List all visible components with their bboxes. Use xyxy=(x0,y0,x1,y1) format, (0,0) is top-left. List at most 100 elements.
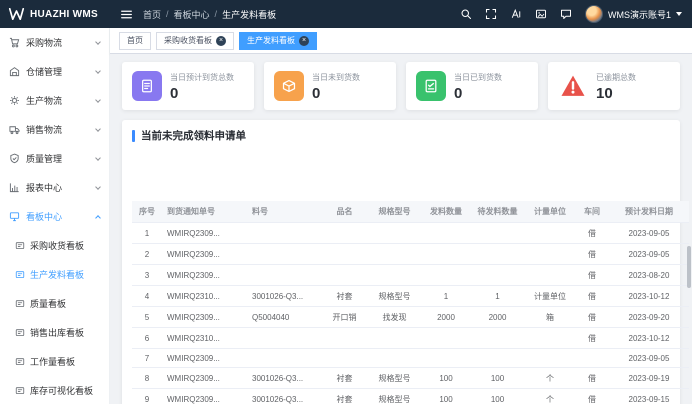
table-row[interactable]: 4WMIRQ2310...3001026-Q3...衬套规格型号11计量单位借2… xyxy=(132,286,689,307)
table-row[interactable]: 5WMIRQ2309...Q5004040开口销找发现20002000箱借202… xyxy=(132,307,689,328)
table-cell xyxy=(525,223,575,244)
table-row[interactable]: 7WMIRQ2309...2023-09-05 xyxy=(132,349,689,368)
sidebar-subitem-workload-board[interactable]: 工作量看板 xyxy=(0,347,109,376)
table-cell: 6 xyxy=(132,328,162,349)
scrollbar-thumb[interactable] xyxy=(687,246,691,288)
sidebar-subitem-inventory-visual-board[interactable]: 库存可视化看板 xyxy=(0,376,109,404)
sidebar-subitem-sales-outbound-board[interactable]: 销售出库看板 xyxy=(0,318,109,347)
table-cell: 1 xyxy=(470,286,525,307)
layout: 采购物流 仓储管理 生产物流 销售物流 质量管理 报表中心 xyxy=(0,28,692,404)
table-cell: WMIRQ2309... xyxy=(162,349,247,368)
pending-requests-table: 序号 到货通知单号 料号 品名 规格型号 发料数量 待发料数量 计量单位 车间 … xyxy=(132,201,689,404)
message-icon[interactable] xyxy=(560,8,572,20)
table-cell xyxy=(422,223,470,244)
table-cell xyxy=(470,265,525,286)
table-cell: 2000 xyxy=(422,307,470,328)
table-cell xyxy=(367,349,422,368)
table-cell: 3001026-Q3... xyxy=(247,286,322,307)
table-cell: 借 xyxy=(575,389,609,404)
sidebar-item-report-center[interactable]: 报表中心 xyxy=(0,173,109,202)
hamburger-icon[interactable] xyxy=(110,8,143,21)
warning-triangle-icon xyxy=(558,71,588,101)
checklist-icon xyxy=(416,71,446,101)
board-icon xyxy=(15,328,25,338)
table-cell: 9 xyxy=(132,389,162,404)
board-icon xyxy=(15,386,25,396)
col-header-index: 序号 xyxy=(132,201,162,223)
table-cell: 3001026-Q3... xyxy=(247,368,322,389)
section-title-text: 当前未完成领料申请单 xyxy=(141,128,246,143)
table-cell: 2023-10-12 xyxy=(609,328,689,349)
table-cell: 借 xyxy=(575,286,609,307)
table-cell xyxy=(322,328,367,349)
font-size-icon[interactable] xyxy=(510,8,522,20)
sidebar-subitem-purchase-receiving-board[interactable]: 采购收货看板 xyxy=(0,231,109,260)
stat-text: 当日预计到货总数 0 xyxy=(170,72,234,101)
table-cell: 个 xyxy=(525,368,575,389)
tab-purchase-receiving-board[interactable]: 采购收货看板 xyxy=(156,32,234,50)
table-cell: 8 xyxy=(132,368,162,389)
col-header-material-no: 料号 xyxy=(247,201,322,223)
gear-icon xyxy=(9,95,20,106)
chevron-up-icon xyxy=(95,215,101,221)
app-logo[interactable]: HUAZHI WMS xyxy=(0,8,110,20)
sidebar-item-label: 销售物流 xyxy=(26,123,62,136)
breadcrumb-home[interactable]: 首页 xyxy=(143,8,161,21)
sidebar-subitem-quality-board[interactable]: 质量看板 xyxy=(0,289,109,318)
stat-label: 已逾期总数 xyxy=(596,72,636,83)
image-icon[interactable] xyxy=(535,8,547,20)
chevron-down-icon xyxy=(95,68,101,74)
stat-text: 当日未到货数 0 xyxy=(312,72,360,101)
col-header-product-name: 品名 xyxy=(322,201,367,223)
table-cell xyxy=(575,349,609,368)
table-row[interactable]: 9WMIRQ2309...3001026-Q3...衬套规格型号100100个借… xyxy=(132,389,689,404)
table-cell: WMIRQ2310... xyxy=(162,328,247,349)
table-cell xyxy=(422,265,470,286)
sidebar-item-label: 看板中心 xyxy=(26,210,62,223)
table-cell xyxy=(322,223,367,244)
close-icon[interactable] xyxy=(299,36,309,46)
table-cell xyxy=(247,265,322,286)
table-cell: WMIRQ2309... xyxy=(162,368,247,389)
sidebar-item-purchase-logistics[interactable]: 采购物流 xyxy=(0,28,109,57)
close-icon[interactable] xyxy=(216,36,226,46)
sidebar-item-sales-logistics[interactable]: 销售物流 xyxy=(0,115,109,144)
search-icon[interactable] xyxy=(460,8,472,20)
sidebar-item-warehouse-management[interactable]: 仓储管理 xyxy=(0,57,109,86)
table-cell: 衬套 xyxy=(322,389,367,404)
col-header-unit: 计量单位 xyxy=(525,201,575,223)
sidebar-subitem-label: 销售出库看板 xyxy=(30,326,84,339)
table-cell: 借 xyxy=(575,265,609,286)
fullscreen-icon[interactable] xyxy=(485,8,497,20)
panel-spacer xyxy=(132,143,670,201)
user-menu[interactable]: WMS演示账号1 xyxy=(585,5,682,23)
sidebar-subitem-production-issue-board[interactable]: 生产发料看板 xyxy=(0,260,109,289)
chevron-down-icon xyxy=(95,97,101,103)
sidebar-item-production-logistics[interactable]: 生产物流 xyxy=(0,86,109,115)
avatar xyxy=(585,5,603,23)
table-cell xyxy=(470,244,525,265)
sidebar-subitem-label: 工作量看板 xyxy=(30,355,75,368)
table-cell: 2000 xyxy=(470,307,525,328)
logo-text: HUAZHI WMS xyxy=(30,9,98,20)
sidebar-subitem-label: 库存可视化看板 xyxy=(30,384,93,397)
table-cell xyxy=(322,244,367,265)
sidebar-item-board-center[interactable]: 看板中心 xyxy=(0,202,109,231)
breadcrumb-board-center[interactable]: 看板中心 xyxy=(174,8,210,21)
breadcrumb-separator: / xyxy=(166,9,169,19)
table-cell xyxy=(367,244,422,265)
sidebar-item-quality-management[interactable]: 质量管理 xyxy=(0,144,109,173)
col-header-issue-qty: 发料数量 xyxy=(422,201,470,223)
table-cell: 3001026-Q3... xyxy=(247,389,322,404)
table-row[interactable]: 8WMIRQ2309...3001026-Q3...衬套规格型号100100个借… xyxy=(132,368,689,389)
table-row[interactable]: 1WMIRQ2309...借2023-09-05 xyxy=(132,223,689,244)
tab-production-issue-board[interactable]: 生产发料看板 xyxy=(239,32,317,50)
table-row[interactable]: 3WMIRQ2309...借2023-08-20 xyxy=(132,265,689,286)
bar-chart-icon xyxy=(9,182,20,193)
table-row[interactable]: 2WMIRQ2309...借2023-09-05 xyxy=(132,244,689,265)
cart-icon xyxy=(9,37,20,48)
breadcrumb: 首页 / 看板中心 / 生产发料看板 xyxy=(143,8,276,21)
table-row[interactable]: 6WMIRQ2310...借2023-10-12 xyxy=(132,328,689,349)
tab-home[interactable]: 首页 xyxy=(119,32,151,50)
table-cell: 开口销 xyxy=(322,307,367,328)
